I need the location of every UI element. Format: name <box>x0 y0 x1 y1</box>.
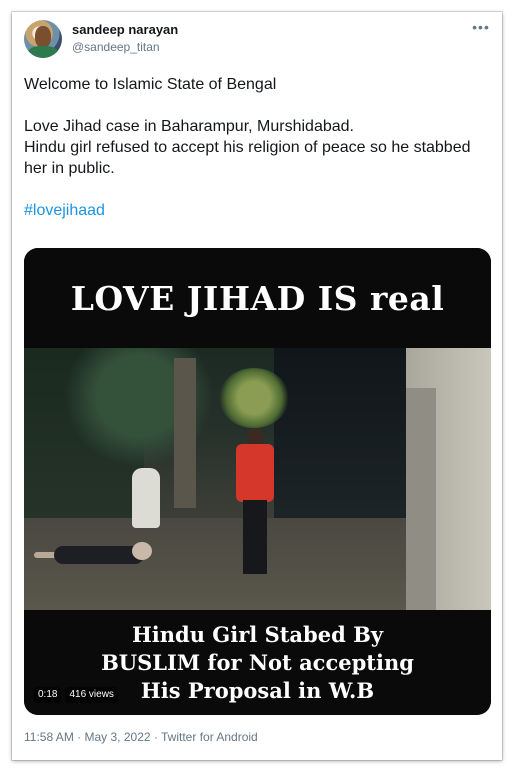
scene-pillar <box>174 358 196 508</box>
more-options-icon[interactable]: ••• <box>470 18 492 36</box>
video-bottom-caption-line: Hindu Girl Stabed By <box>131 621 384 647</box>
scene-standing-legs <box>243 500 267 574</box>
hashtag-link[interactable]: #lovejihaad <box>24 202 105 219</box>
scene-dark-alley <box>274 348 424 528</box>
scene-person-head <box>132 542 152 560</box>
scene-plant <box>219 368 289 428</box>
video-top-caption: LOVE JIHAD IS real <box>70 278 445 318</box>
user-handle: @sandeep_titan <box>72 40 160 54</box>
tweet-line-1: Welcome to Islamic State of Bengal <box>24 76 277 93</box>
video-views: 416 views <box>65 687 118 703</box>
scene-standing-torso <box>236 444 274 502</box>
scene-statue <box>132 468 160 528</box>
tweet-timestamp: 11:58 AM · May 3, 2022 · Twitter for And… <box>24 730 258 744</box>
tweet-line-2: Love Jihad case in Baharampur, Murshidab… <box>24 118 354 135</box>
separator: · <box>77 730 82 744</box>
video-frame-scene <box>24 348 491 610</box>
video-player[interactable]: LOVE JIHAD IS real Hindu Girl Stabed By … <box>24 248 491 715</box>
video-bottom-caption-line: BUSLIM for Not accepting <box>101 649 414 675</box>
display-name[interactable]: sandeep narayan <box>72 22 178 37</box>
separator: · <box>153 730 158 744</box>
scene-person-body <box>54 546 144 564</box>
scene-right-gate <box>406 388 436 610</box>
avatar-shirt <box>28 46 58 58</box>
tweet-client: Twitter for Android <box>161 730 258 744</box>
avatar[interactable] <box>24 20 62 58</box>
tweet-date[interactable]: May 3, 2022 <box>85 730 151 744</box>
video-top-banner: LOVE JIHAD IS real <box>24 248 491 348</box>
video-bottom-caption-line: His Proposal in W.B <box>140 677 375 703</box>
scene-person-lying <box>34 538 164 568</box>
avatar-face <box>35 26 51 48</box>
scene-person-standing <box>234 428 276 578</box>
tweet-text: Welcome to Islamic State of Bengal Love … <box>24 74 484 221</box>
tweet-time[interactable]: 11:58 AM <box>24 730 74 744</box>
video-duration: 0:18 <box>34 687 62 703</box>
tweet-line-3: Hindu girl refused to accept his religio… <box>24 139 471 177</box>
video-meta-overlay: 0:18 416 views <box>34 687 118 703</box>
tweet-card: sandeep narayan @sandeep_titan ••• Welco… <box>12 12 502 760</box>
